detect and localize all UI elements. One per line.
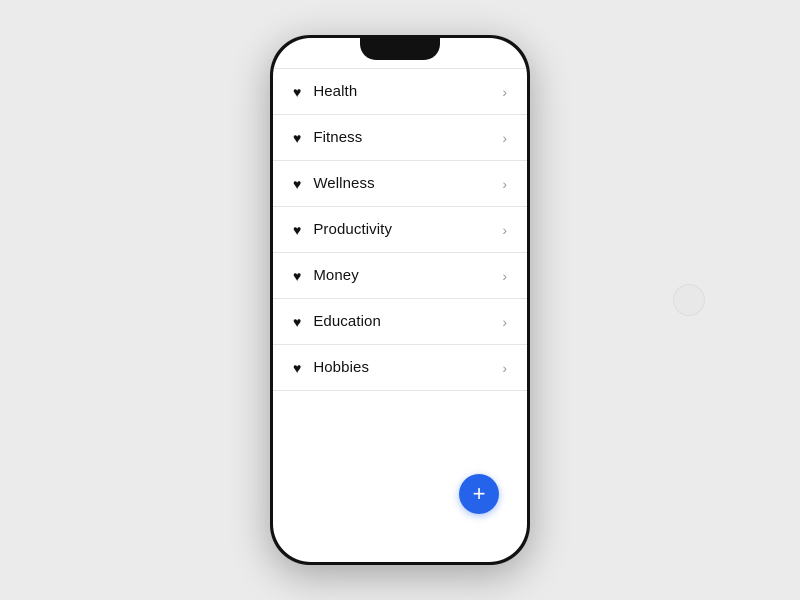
list-item-hobbies[interactable]: ♥ Hobbies › [273,345,527,391]
chevron-icon-hobbies: › [502,360,507,376]
list-item-money[interactable]: ♥ Money › [273,253,527,299]
chevron-icon-fitness: › [502,130,507,146]
heart-icon-hobbies: ♥ [293,360,301,376]
app-scene: ♥ Health › ♥ Fitness › ♥ Wellness › ♥ Pr… [0,0,800,600]
phone-screen: ♥ Health › ♥ Fitness › ♥ Wellness › ♥ Pr… [273,38,527,562]
item-label-education: Education [313,313,381,330]
item-left-wellness: ♥ Wellness [293,175,375,192]
item-left-money: ♥ Money [293,267,359,284]
add-button[interactable]: + [459,474,499,514]
list-item-productivity[interactable]: ♥ Productivity › [273,207,527,253]
plus-icon: + [473,483,486,505]
chevron-icon-education: › [502,314,507,330]
item-label-hobbies: Hobbies [313,359,369,376]
heart-icon-productivity: ♥ [293,222,301,238]
heart-icon-wellness: ♥ [293,176,301,192]
chevron-icon-productivity: › [502,222,507,238]
phone-frame: ♥ Health › ♥ Fitness › ♥ Wellness › ♥ Pr… [270,35,530,565]
list-item-health[interactable]: ♥ Health › [273,68,527,115]
item-label-money: Money [313,267,359,284]
item-left-hobbies: ♥ Hobbies [293,359,369,376]
item-left-fitness: ♥ Fitness [293,129,362,146]
heart-icon-health: ♥ [293,84,301,100]
item-label-wellness: Wellness [313,175,374,192]
scroll-indicator [673,284,705,316]
item-label-fitness: Fitness [313,129,362,146]
chevron-icon-health: › [502,84,507,100]
item-left-health: ♥ Health [293,83,357,100]
heart-icon-money: ♥ [293,268,301,284]
item-left-education: ♥ Education [293,313,381,330]
item-label-productivity: Productivity [313,221,392,238]
list-item-wellness[interactable]: ♥ Wellness › [273,161,527,207]
list-item-fitness[interactable]: ♥ Fitness › [273,115,527,161]
phone-notch [360,38,440,60]
heart-icon-fitness: ♥ [293,130,301,146]
chevron-icon-money: › [502,268,507,284]
item-label-health: Health [313,83,357,100]
item-left-productivity: ♥ Productivity [293,221,392,238]
list-item-education[interactable]: ♥ Education › [273,299,527,345]
heart-icon-education: ♥ [293,314,301,330]
chevron-icon-wellness: › [502,176,507,192]
